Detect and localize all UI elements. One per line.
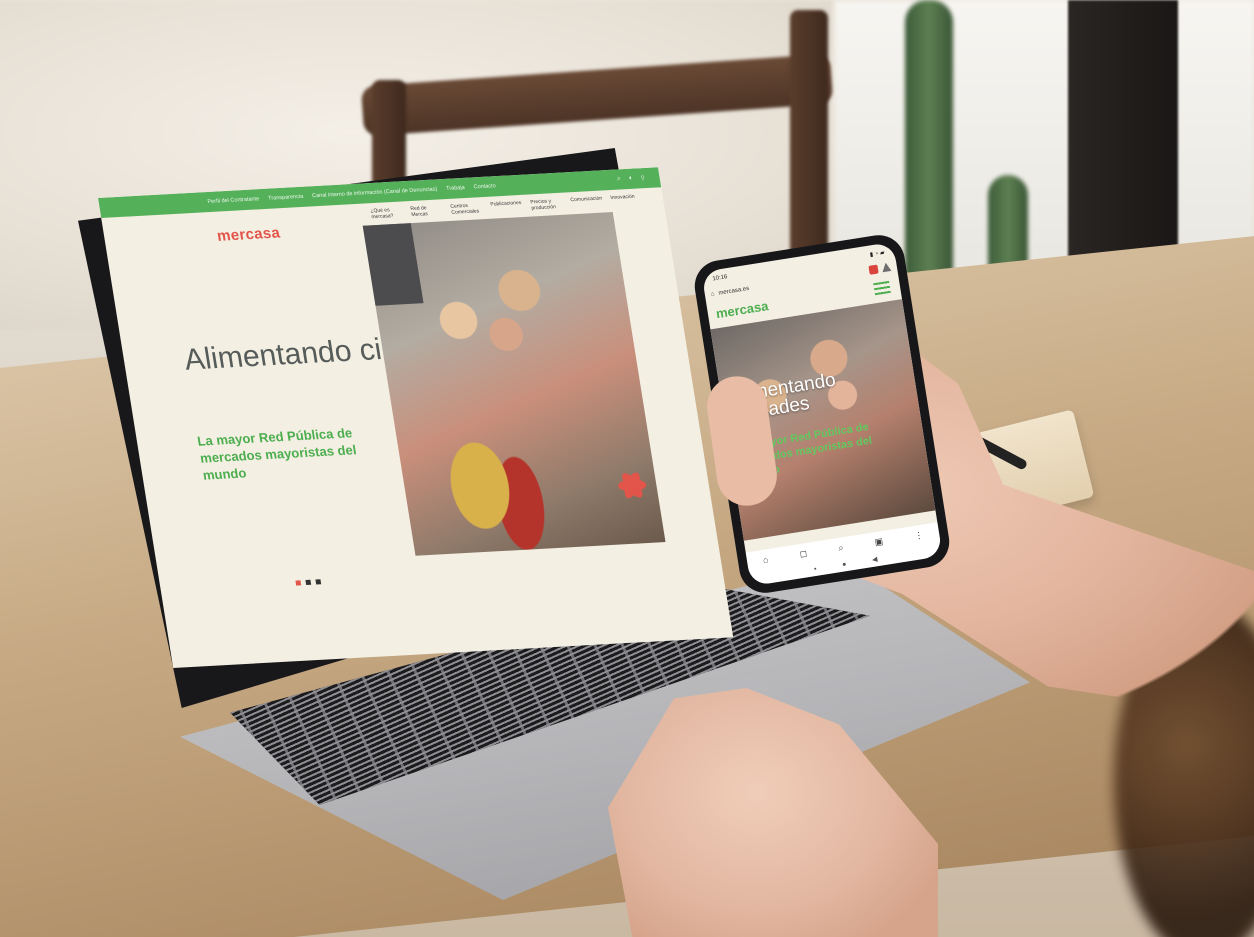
utility-link[interactable]: Transparencia: [268, 194, 304, 202]
tabs-icon[interactable]: ▣: [874, 536, 884, 548]
mobile-site-logo[interactable]: mercasa: [715, 298, 769, 321]
hamburger-menu-icon[interactable]: [873, 280, 891, 296]
triangle-icon[interactable]: [881, 262, 891, 272]
nav-item[interactable]: Comunicación: [570, 196, 603, 210]
carousel-dot[interactable]: [305, 579, 312, 586]
nav-item[interactable]: Centros Comerciales: [450, 202, 480, 216]
browser-badges: [868, 262, 891, 275]
more-icon[interactable]: ⋮: [914, 529, 925, 541]
laptop-screen: Perfil del Contratante Transparencia Can…: [98, 167, 734, 668]
utility-link[interactable]: Contacto: [473, 183, 496, 190]
carousel-dot[interactable]: [315, 579, 322, 585]
bookmark-icon[interactable]: ◻: [799, 548, 808, 560]
photo-scene: Perfil del Contratante Transparencia Can…: [0, 0, 1254, 937]
status-icons: ▮ ◔ ▰: [869, 250, 886, 259]
utility-icons[interactable]: ⌕ ◐ ⚲: [616, 174, 648, 184]
home-icon[interactable]: ⌂: [762, 554, 769, 565]
mercasa-desktop-page: Perfil del Contratante Transparencia Can…: [98, 167, 734, 668]
home-icon[interactable]: ⌂: [711, 291, 716, 297]
utility-link[interactable]: Perfil del Contratante: [207, 196, 260, 205]
status-time: 10:16: [712, 274, 728, 283]
url-text[interactable]: mercasa.es: [718, 286, 750, 297]
nav-item[interactable]: Innovación: [610, 194, 640, 208]
search-icon[interactable]: ⌕: [837, 542, 844, 554]
nav-item[interactable]: Red de Mercas: [410, 205, 440, 218]
nav-item[interactable]: Publicaciones: [490, 200, 522, 214]
menu-icon[interactable]: ▪: [814, 565, 818, 572]
utility-link[interactable]: Canal interno de información (Canal de D…: [312, 186, 438, 199]
home-circle-icon[interactable]: ●: [842, 561, 847, 569]
carousel-dots: [295, 579, 322, 586]
nav-item[interactable]: ¿Qué es mercasa?: [370, 207, 400, 220]
site-logo[interactable]: mercasa: [216, 224, 282, 244]
nav-item[interactable]: Precios y producción: [530, 198, 560, 211]
shield-icon[interactable]: [868, 264, 879, 275]
back-icon[interactable]: ◀: [871, 555, 878, 564]
hero-subtitle: La mayor Red Pública de mercados mayoris…: [196, 425, 358, 483]
utility-link[interactable]: Trabaja: [446, 185, 465, 192]
carousel-dot-active[interactable]: [295, 580, 302, 586]
